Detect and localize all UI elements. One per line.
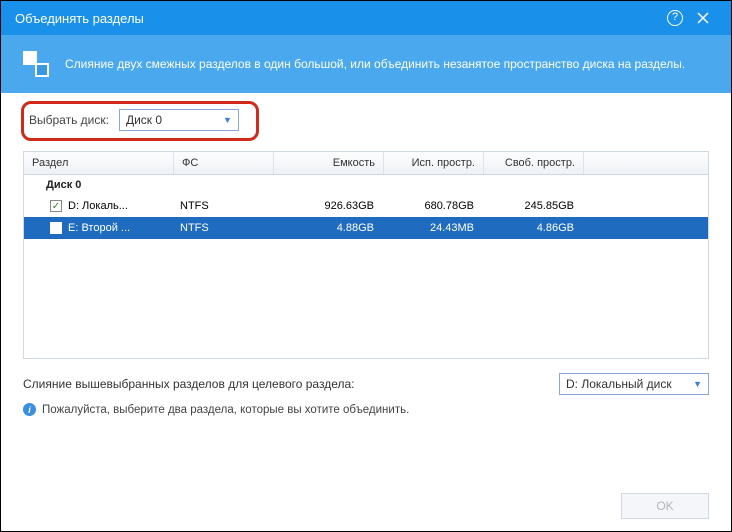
help-icon: ?	[667, 10, 683, 26]
checkbox[interactable]	[50, 222, 62, 234]
cell-free: 4.86GB	[482, 222, 582, 234]
cell-capacity: 4.88GB	[272, 222, 382, 234]
cell-name: E: Второй ...	[68, 222, 172, 234]
disk-select-row: Выбрать диск: Диск 0 ▼	[1, 93, 731, 141]
merge-icon	[23, 51, 49, 77]
table-row[interactable]: E: Второй ...NTFS4.88GB24.43MB4.86GB	[24, 217, 708, 239]
table-header: Раздел ФС Емкость Исп. простр. Своб. про…	[24, 152, 708, 175]
target-label: Слияние вышевыбранных разделов для целев…	[23, 377, 559, 391]
banner: Слияние двух смежных разделов в один бол…	[1, 35, 731, 93]
cell-used: 680.78GB	[382, 200, 482, 212]
close-icon	[696, 11, 710, 25]
checkbox[interactable]: ✓	[50, 200, 62, 212]
target-value: D: Локальный диск	[566, 377, 672, 391]
window-title: Объединять разделы	[15, 11, 661, 26]
col-used[interactable]: Исп. простр.	[384, 152, 484, 174]
col-capacity[interactable]: Емкость	[274, 152, 384, 174]
partition-table: Раздел ФС Емкость Исп. простр. Своб. про…	[23, 151, 709, 359]
banner-text: Слияние двух смежных разделов в один бол…	[65, 57, 685, 71]
disk-select-label: Выбрать диск:	[29, 113, 109, 127]
button-bar: OK	[621, 493, 709, 519]
table-body: Диск 0 ✓ D: Локаль...NTFS926.63GB680.78GB…	[24, 175, 708, 239]
cell-fs: NTFS	[172, 200, 272, 212]
cell-used: 24.43MB	[382, 222, 482, 234]
target-dropdown[interactable]: D: Локальный диск ▼	[559, 373, 709, 395]
col-fs[interactable]: ФС	[174, 152, 274, 174]
cell-capacity: 926.63GB	[272, 200, 382, 212]
chevron-down-icon: ▼	[223, 115, 232, 125]
cell-free: 245.85GB	[482, 200, 582, 212]
cell-name: D: Локаль...	[68, 200, 172, 212]
info-icon: i	[23, 403, 36, 416]
col-partition[interactable]: Раздел	[24, 152, 174, 174]
titlebar: Объединять разделы ?	[1, 1, 731, 35]
col-free[interactable]: Своб. простр.	[484, 152, 584, 174]
hint-text: Пожалуйста, выберите два раздела, которы…	[42, 404, 409, 416]
cell-fs: NTFS	[172, 222, 272, 234]
disk-group: Диск 0	[24, 175, 708, 195]
chevron-down-icon: ▼	[693, 379, 702, 389]
disk-select-value: Диск 0	[126, 113, 162, 127]
disk-select-dropdown[interactable]: Диск 0 ▼	[119, 109, 239, 131]
footer-section: Слияние вышевыбранных разделов для целев…	[1, 359, 731, 416]
help-button[interactable]: ?	[661, 4, 689, 32]
ok-button[interactable]: OK	[621, 493, 709, 519]
table-row[interactable]: ✓ D: Локаль...NTFS926.63GB680.78GB245.85G…	[24, 195, 708, 217]
close-button[interactable]	[689, 4, 717, 32]
